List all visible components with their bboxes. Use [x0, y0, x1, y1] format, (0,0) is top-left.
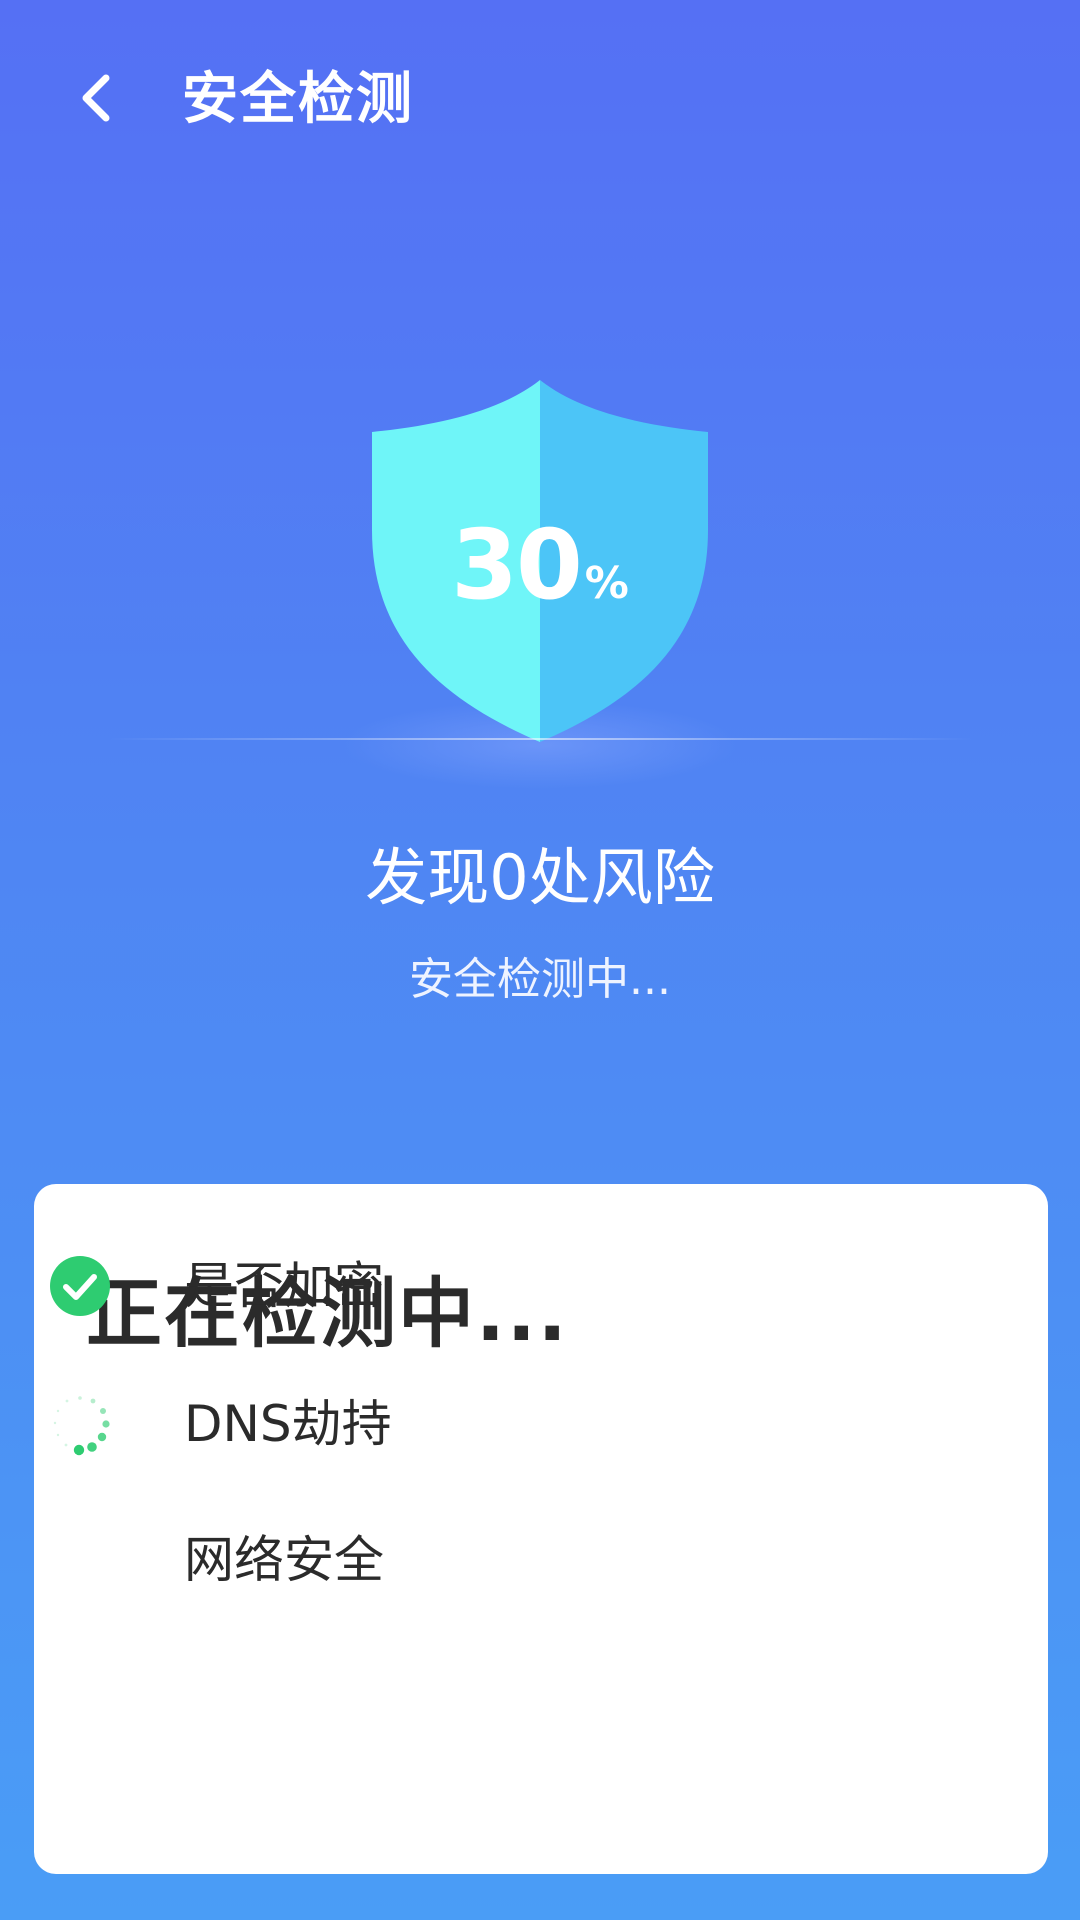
progress-percent: 30% — [372, 510, 708, 620]
loading-spinner-icon — [48, 1392, 112, 1456]
scan-status-text: 安全检测中... — [409, 954, 671, 1005]
page-title: 安全检测 — [182, 67, 414, 132]
pending-placeholder — [48, 1528, 112, 1592]
check-item-label: DNS劫持 — [184, 1395, 392, 1453]
check-item-encryption: 是否加密 — [48, 1246, 948, 1326]
check-item-label: 网络安全 — [184, 1531, 384, 1589]
shield-baseline-divider — [108, 738, 974, 740]
check-item-dns: DNS劫持 — [48, 1384, 948, 1464]
chevron-left-icon — [82, 74, 110, 122]
check-item-label: 是否加密 — [184, 1257, 384, 1315]
progress-value: 30 — [451, 509, 583, 621]
check-item-network: 网络安全 — [48, 1520, 948, 1600]
check-circle-icon — [48, 1254, 112, 1318]
shield-progress: 30% — [372, 380, 708, 742]
progress-unit: % — [584, 558, 629, 609]
back-button[interactable] — [58, 60, 134, 136]
app-header: 安全检测 — [0, 0, 1080, 200]
risk-count-text: 发现0处风险 — [365, 841, 715, 914]
